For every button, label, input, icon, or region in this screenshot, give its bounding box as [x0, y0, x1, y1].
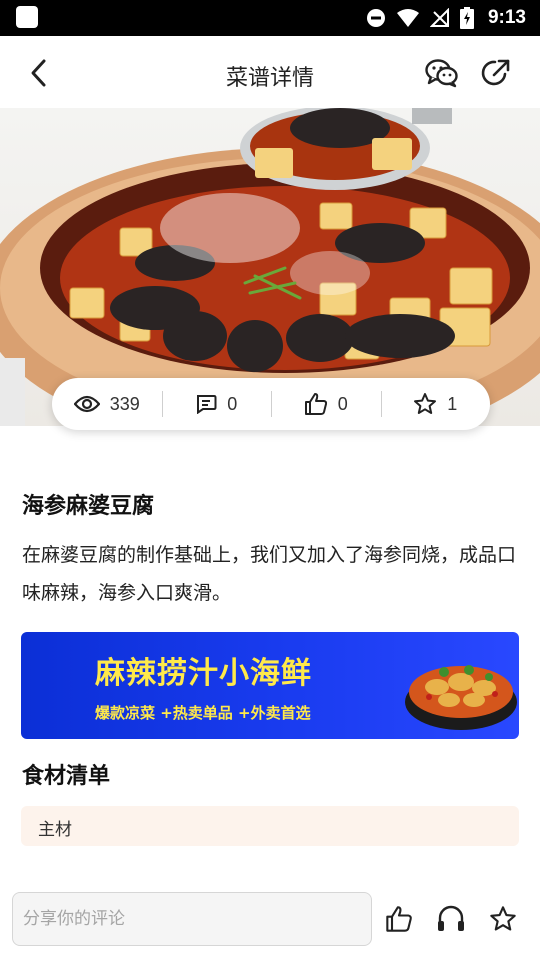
main-ingredients-section: 主材: [21, 806, 519, 846]
share-button[interactable]: [478, 56, 514, 90]
comments-count: 0: [227, 393, 238, 414]
app-notification-icon: [16, 6, 38, 28]
likes-count: 0: [337, 393, 348, 414]
stats-bar: 339 0 0 1: [52, 378, 490, 430]
seafood-dish-image: [405, 665, 517, 730]
views-count: 339: [109, 393, 140, 414]
comment-icon: [197, 395, 217, 414]
dnd-icon: [366, 8, 386, 28]
app-header: 菜谱详情: [0, 36, 540, 110]
bottom-action-bar: [0, 880, 540, 960]
wifi-icon: [396, 8, 420, 28]
like-button[interactable]: [382, 902, 416, 936]
recipe-title: 海参麻婆豆腐: [22, 494, 155, 519]
battery-icon: [459, 7, 474, 29]
star-icon: [414, 393, 437, 414]
eye-icon: [73, 395, 100, 413]
likes-stat[interactable]: 0: [271, 378, 381, 430]
wechat-share-button[interactable]: [424, 56, 460, 90]
ingredients-title: 食材清单: [22, 764, 111, 789]
main-ingredients-label: 主材: [38, 820, 72, 840]
favorites-count: 1: [447, 393, 458, 414]
recipe-description: 在麻婆豆腐的制作基础上，我们又加入了海参同烧，成品口味麻辣，海参入口爽滑。: [22, 544, 517, 604]
headset-icon: [438, 905, 464, 931]
views-stat: 339: [52, 378, 162, 430]
banner-subtitle: 爆款凉菜 +热卖单品 +外卖首选: [95, 704, 311, 722]
star-button[interactable]: [486, 902, 520, 936]
banner-title: 麻辣捞汁小海鲜: [95, 656, 312, 691]
favorites-stat[interactable]: 1: [380, 378, 491, 430]
promo-banner[interactable]: 麻辣捞汁小海鲜 爆款凉菜 +热卖单品 +外卖首选: [21, 632, 519, 739]
comment-input[interactable]: [12, 892, 372, 946]
status-icons: 9:13: [366, 0, 526, 36]
collect-button[interactable]: [434, 902, 468, 936]
comments-stat[interactable]: 0: [161, 378, 272, 430]
star-icon: [490, 906, 516, 931]
status-bar: 9:13: [0, 0, 540, 36]
share-icon: [481, 59, 510, 86]
thumbs-up-icon: [304, 393, 327, 415]
wechat-icon: [425, 59, 458, 88]
status-time: 9:13: [487, 7, 526, 28]
no-signal-icon: [429, 8, 450, 28]
thumbs-up-icon: [386, 906, 412, 932]
